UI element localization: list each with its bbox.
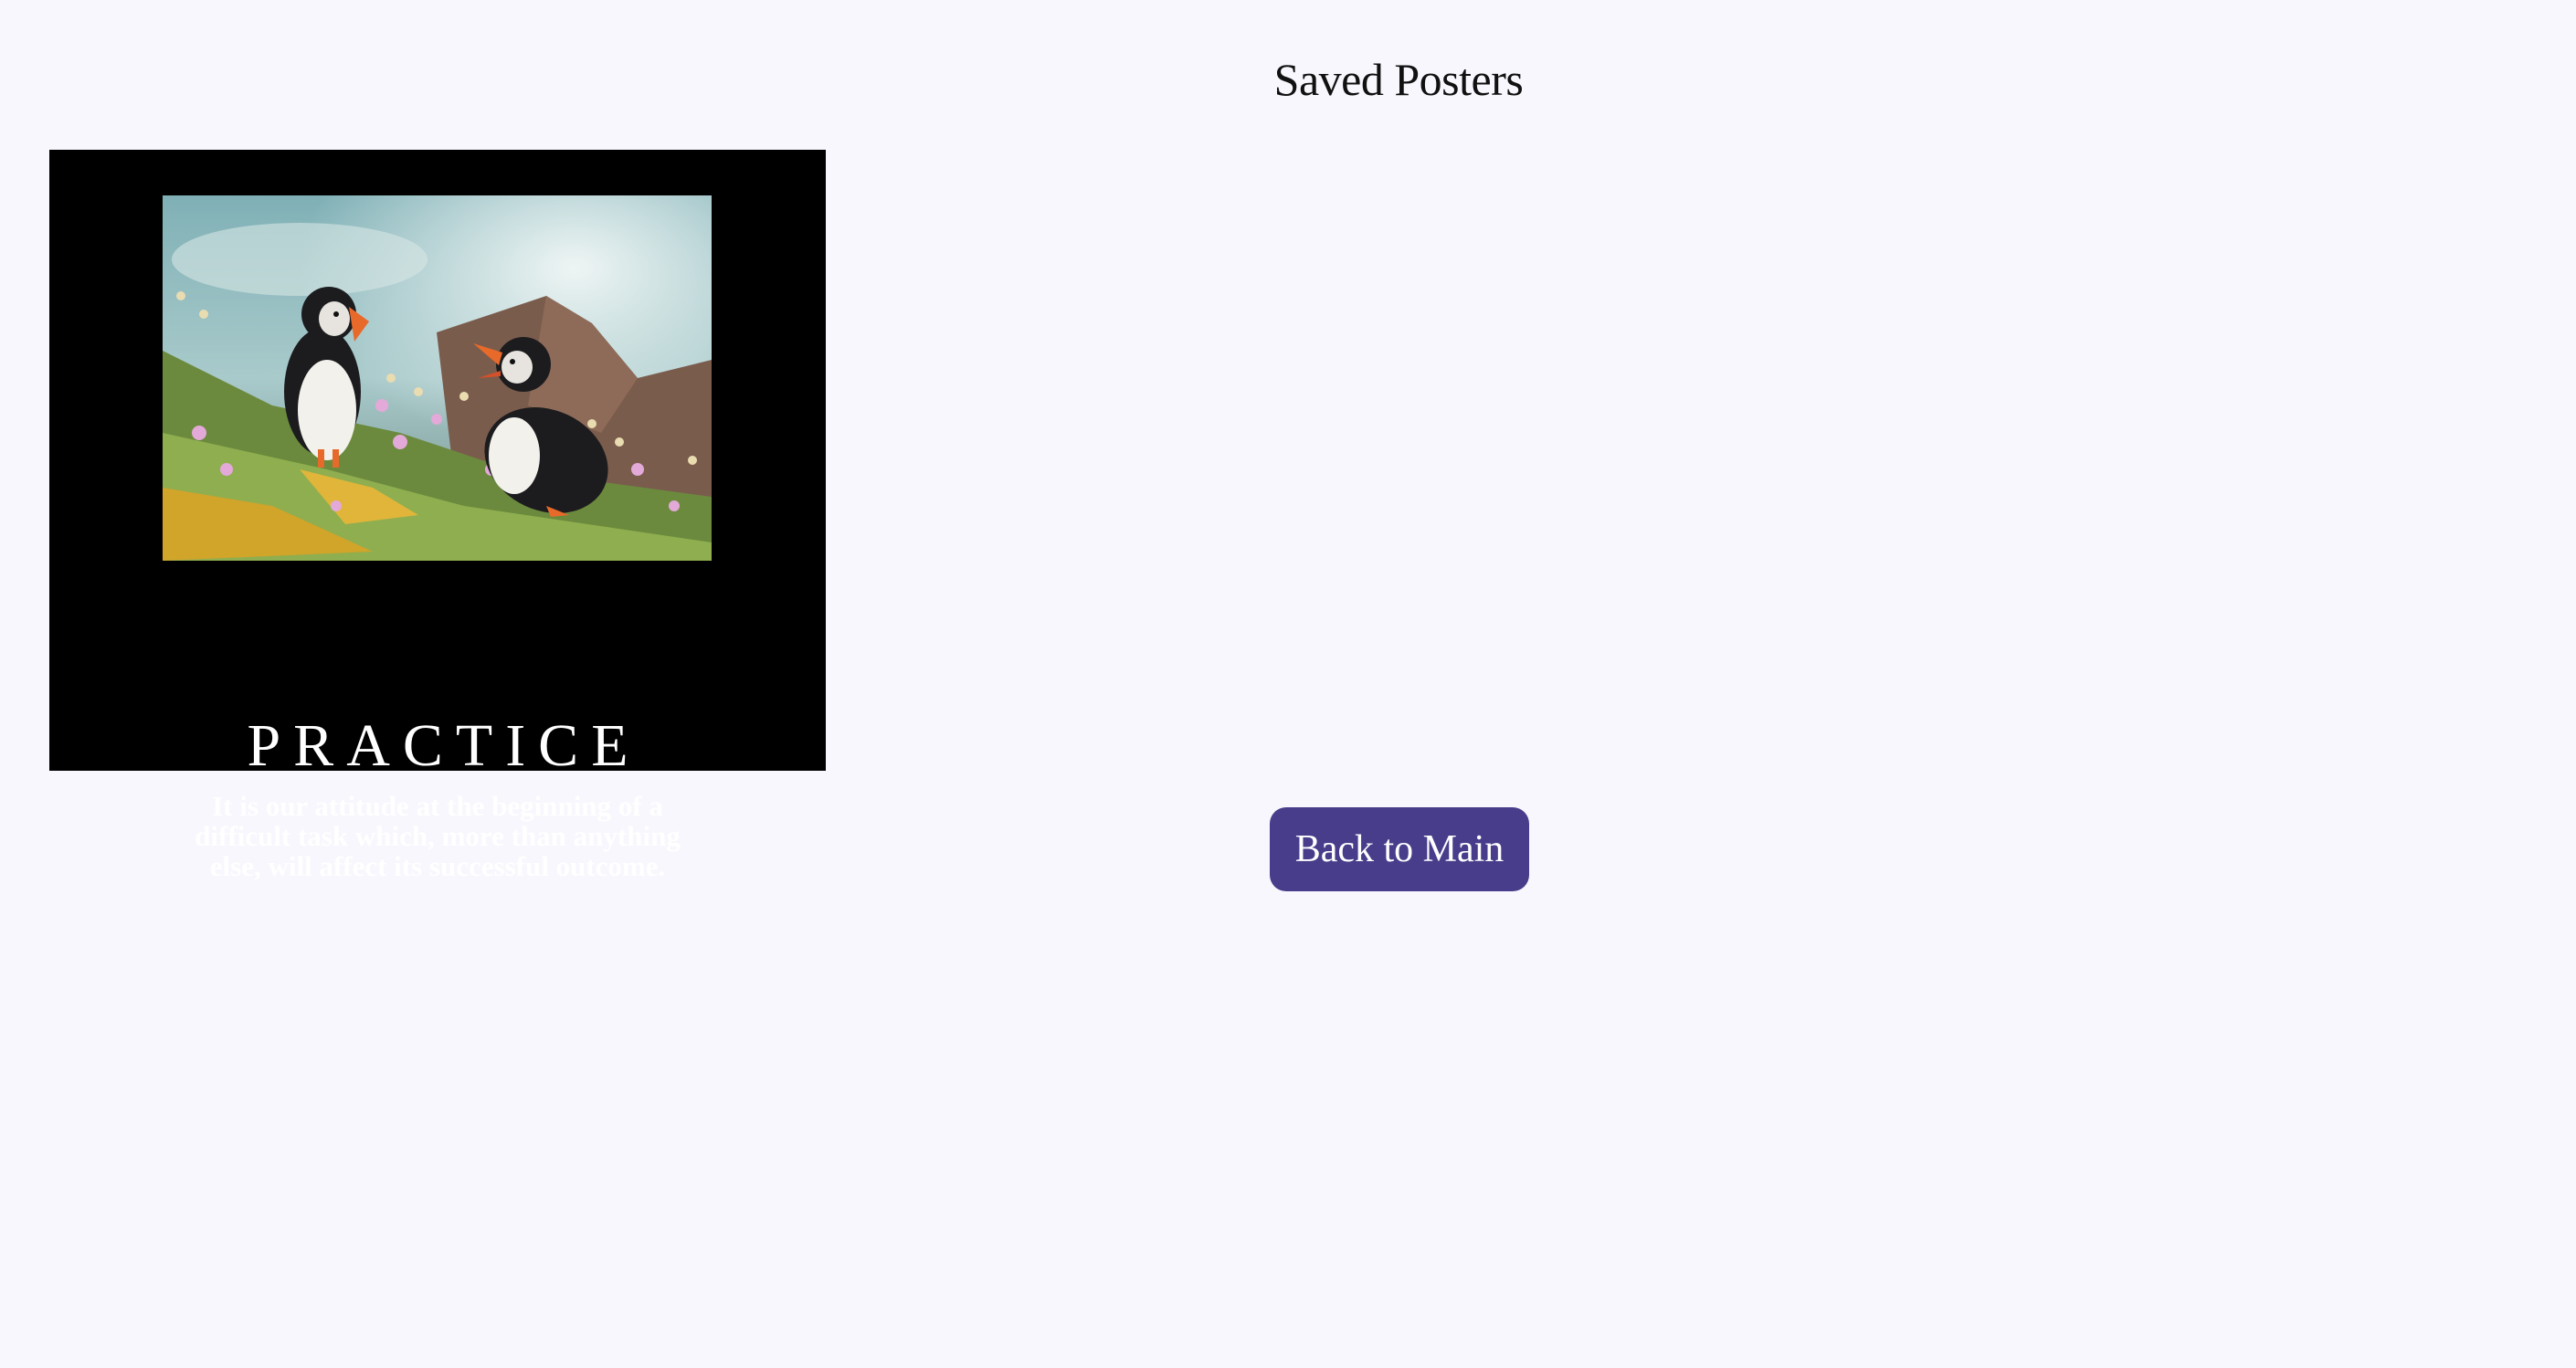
- puffins-photo: [163, 195, 712, 561]
- poster-image: [163, 195, 712, 561]
- page-title: Saved Posters: [1273, 54, 1524, 105]
- saved-posters-grid: PRACTICE It is our attitude at the begin…: [49, 150, 826, 881]
- poster-quote: It is our attitude at the beginning of a…: [195, 790, 681, 882]
- saved-poster[interactable]: PRACTICE It is our attitude at the begin…: [49, 150, 826, 881]
- poster-title: PRACTICE: [247, 712, 641, 779]
- back-to-main-button[interactable]: Back to Main: [1270, 807, 1529, 891]
